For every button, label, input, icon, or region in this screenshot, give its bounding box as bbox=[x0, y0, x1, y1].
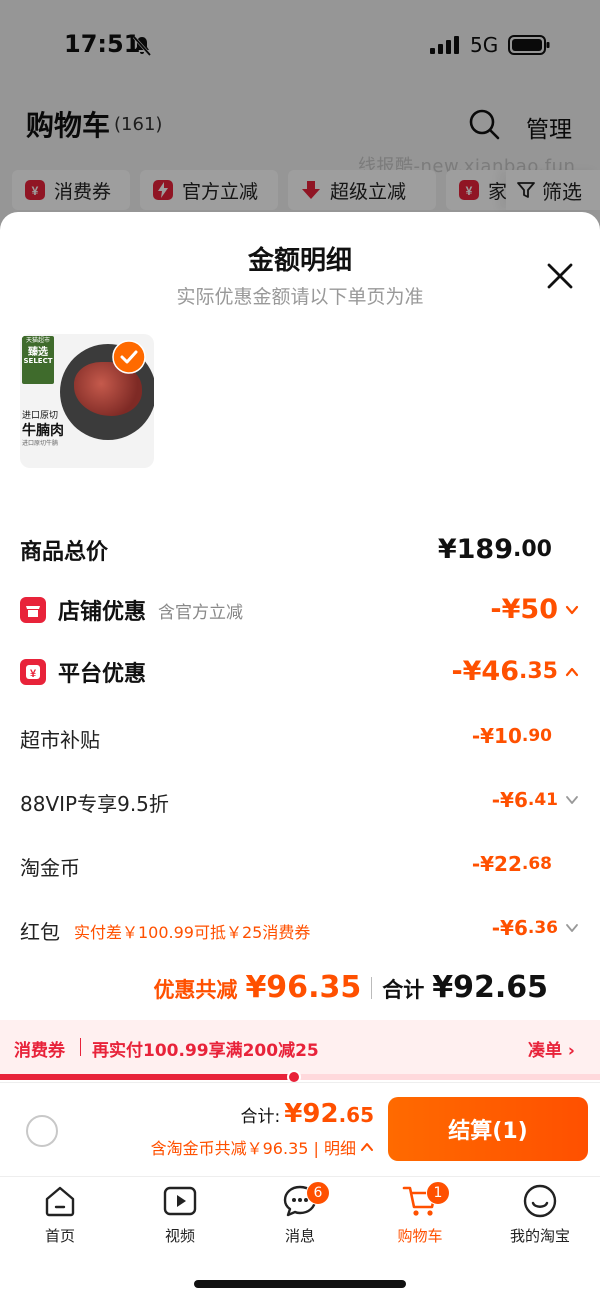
vip-discount-row[interactable]: 88VIP专享9.5折 -¥6.41 bbox=[20, 788, 580, 820]
discount-total-int: ¥96 bbox=[245, 970, 309, 1005]
redpacket-value: -¥6.36 bbox=[492, 916, 580, 940]
goods-total-frac: .00 bbox=[513, 537, 552, 562]
coupon-divider bbox=[80, 1038, 81, 1056]
total-frac: .65 bbox=[494, 970, 548, 1005]
vip-discount-int: -¥6 bbox=[491, 788, 528, 812]
discount-total-frac: .35 bbox=[308, 970, 362, 1005]
checkout-detail-toggle[interactable]: 含淘金币共减￥96.35 | 明细 bbox=[151, 1135, 374, 1159]
goods-total-int: ¥189 bbox=[437, 534, 514, 565]
redpacket-row[interactable]: 红包 实付差￥100.99可抵￥25消费券 -¥6.36 bbox=[20, 916, 580, 948]
product-name: 牛腩肉 bbox=[22, 423, 64, 439]
supermarket-subsidy-row: 超市补贴 -¥10.90 bbox=[20, 724, 580, 756]
redpacket-int: -¥6 bbox=[491, 916, 528, 940]
tab-label: 首页 bbox=[44, 1227, 75, 1245]
shop-discount-note: 含官方立减 bbox=[158, 602, 244, 623]
video-play-icon bbox=[163, 1186, 197, 1216]
platform-discount-frac: .35 bbox=[519, 659, 558, 684]
tab-label: 消息 bbox=[284, 1227, 315, 1245]
supermarket-subsidy-frac: .90 bbox=[521, 726, 552, 746]
brand-sub: SELECT bbox=[23, 356, 53, 365]
chevron-up-icon bbox=[361, 1143, 373, 1151]
shop-discount-int: -¥50 bbox=[490, 594, 558, 625]
add-items-link[interactable]: 凑单 › bbox=[528, 1036, 575, 1061]
tab-label: 我的淘宝 bbox=[509, 1227, 570, 1245]
coupon-progress-fill bbox=[0, 1074, 294, 1080]
coin-discount-int: -¥22 bbox=[471, 852, 522, 876]
platform-discount-int: -¥46 bbox=[451, 656, 520, 687]
checkout-button[interactable]: 结算(1) bbox=[388, 1097, 588, 1161]
checkout-sum: 合计: ¥92.65 bbox=[241, 1099, 374, 1129]
coupon-bar[interactable]: 消费券 再实付100.99享满200减25 凑单 › bbox=[0, 1020, 600, 1076]
shop-discount-label: 店铺优惠 bbox=[58, 600, 147, 625]
vip-discount-value: -¥6.41 bbox=[492, 788, 580, 812]
redpacket-label: 红包 bbox=[20, 920, 60, 944]
brand-badge: 天猫超市 臻选 SELECT bbox=[22, 336, 54, 384]
coupon-text: 再实付100.99享满200减25 bbox=[92, 1041, 319, 1061]
home-indicator bbox=[194, 1280, 406, 1288]
checkout-sum-label: 合计: bbox=[240, 1107, 281, 1127]
cart-badge: 1 bbox=[426, 1181, 450, 1205]
platform-discount-value: -¥46.35 bbox=[451, 656, 580, 687]
sheet-subtitle: 实际优惠金额请以下单页为准 bbox=[176, 286, 424, 308]
tab-video[interactable]: 视频 bbox=[120, 1183, 240, 1253]
cart-page-background: 17:51 5G 购物车 (161) 管理 线报酷-new.xianbao.fun bbox=[0, 0, 600, 240]
redpacket-frac: .36 bbox=[527, 918, 558, 938]
tab-label: 视频 bbox=[164, 1227, 195, 1245]
chevron-down-icon bbox=[566, 796, 578, 804]
coin-discount-frac: .68 bbox=[521, 854, 552, 874]
tab-messages[interactable]: 6 消息 bbox=[240, 1181, 360, 1253]
smiley-face-icon bbox=[523, 1184, 557, 1218]
brand-main: 臻选 bbox=[28, 346, 48, 358]
vip-discount-frac: .41 bbox=[527, 790, 558, 810]
close-icon[interactable] bbox=[546, 262, 574, 290]
goods-total-value: ¥189.00 bbox=[438, 534, 552, 565]
shop-discount-row[interactable]: 店铺优惠 含官方立减 -¥50 bbox=[20, 594, 580, 630]
selected-check-icon[interactable] bbox=[112, 340, 146, 374]
svg-text:¥: ¥ bbox=[30, 668, 37, 680]
total-int: ¥92 bbox=[432, 970, 495, 1005]
shop-icon bbox=[20, 597, 46, 623]
supermarket-subsidy-value: -¥10.90 bbox=[472, 724, 552, 748]
coin-discount-row: 淘金币 -¥22.68 bbox=[20, 852, 580, 884]
tab-home[interactable]: 首页 bbox=[0, 1183, 120, 1253]
tab-label: 购物车 bbox=[397, 1227, 443, 1245]
discount-total-label: 优惠共减 bbox=[153, 978, 238, 1002]
chevron-down-icon bbox=[565, 605, 579, 614]
sheet-title: 金额明细 bbox=[247, 246, 352, 276]
modal-overlay[interactable] bbox=[0, 0, 600, 240]
checkout-bar: 合计: ¥92.65 含淘金币共减￥96.35 | 明细 结算(1) bbox=[0, 1082, 600, 1176]
checkout-sum-int: ¥92 bbox=[284, 1099, 339, 1129]
tab-my-taobao[interactable]: 我的淘宝 bbox=[480, 1183, 600, 1253]
total-label: 合计 bbox=[382, 978, 425, 1002]
tab-cart[interactable]: 1 购物车 bbox=[360, 1181, 480, 1253]
platform-discount-row[interactable]: ¥ 平台优惠 -¥46.35 bbox=[20, 656, 580, 692]
platform-discount-label: 平台优惠 bbox=[58, 662, 147, 687]
home-icon bbox=[45, 1186, 75, 1217]
coupon-tag: 消费券 bbox=[14, 1041, 65, 1061]
redpacket-note: 实付差￥100.99可抵￥25消费券 bbox=[74, 922, 311, 942]
chevron-down-icon bbox=[566, 924, 578, 932]
yen-ticket-icon: ¥ bbox=[20, 659, 46, 685]
brand-top: 天猫超市 bbox=[25, 337, 50, 344]
coin-discount-value: -¥22.68 bbox=[472, 852, 552, 876]
checkout-sum-frac: .65 bbox=[338, 1103, 374, 1127]
checkout-detail-text: 含淘金币共减￥96.35 | 明细 bbox=[150, 1139, 356, 1158]
summary-line: 优惠共减 ¥96.35 合计 ¥92.65 bbox=[153, 970, 548, 1005]
select-all-radio[interactable] bbox=[26, 1115, 58, 1147]
product-caption-small: 进口原切牛腩 bbox=[22, 440, 59, 447]
chevron-up-icon bbox=[565, 667, 579, 676]
shop-discount-value: -¥50 bbox=[490, 594, 580, 625]
summary-divider bbox=[371, 976, 373, 999]
message-badge: 6 bbox=[306, 1181, 330, 1205]
supermarket-subsidy-int: -¥10 bbox=[471, 724, 522, 748]
goods-total-row: 商品总价 ¥189.00 bbox=[20, 534, 580, 570]
